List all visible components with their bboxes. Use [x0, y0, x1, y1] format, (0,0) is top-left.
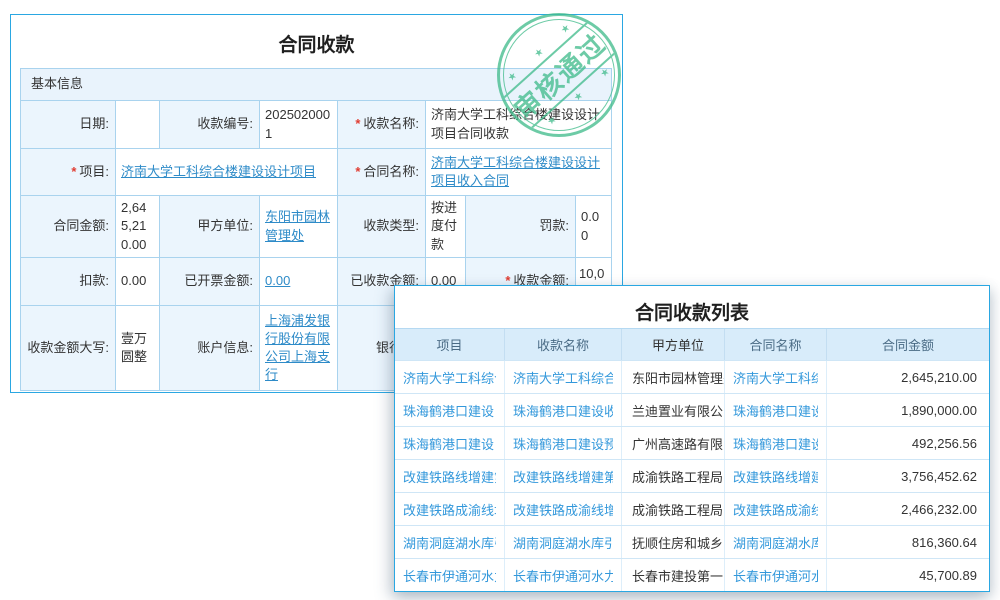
- contract-name-label-text: 合同名称:: [363, 163, 419, 181]
- contract-amount-value: 2,645,210.00: [116, 196, 160, 258]
- receipt-name-link[interactable]: 长春市伊通河水力...: [513, 566, 613, 585]
- table-row: 改建铁路线增建第二... 改建铁路线增建第... 成渝铁路工程局 改建铁路线增建…: [395, 459, 989, 492]
- receipt-no-value: 2025020001: [260, 101, 338, 149]
- project-link[interactable]: 珠海鹤港口建设: [403, 401, 494, 420]
- contract-amount-cell: 45,700.89: [827, 559, 989, 591]
- project-link[interactable]: 长春市伊通河水力发...: [403, 566, 496, 585]
- invoiced-amount-link[interactable]: 0.00: [265, 272, 290, 290]
- receipt-name-link[interactable]: 改建铁路线增建第...: [513, 467, 613, 486]
- contract-amount-cell: 816,360.64: [827, 526, 989, 558]
- project-link[interactable]: 改建铁路线增建第二...: [403, 467, 496, 486]
- form-row-2: * 项目: 济南大学工科综合楼建设设计项目 * 合同名称: 济南大学工科综合楼建…: [21, 149, 612, 196]
- list-title: 合同收款列表: [395, 286, 989, 328]
- table-row: 珠海鹤港口建设 珠海鹤港口建设收... 兰迪置业有限公司 珠海鹤港口建设... …: [395, 393, 989, 426]
- contract-amount-cell: 2,645,210.00: [827, 361, 989, 393]
- party-a-cell: 抚顺住房和城乡...: [622, 526, 725, 558]
- account-info-link[interactable]: 上海浦发银行股份有限公司上海支行: [265, 312, 332, 385]
- amount-words-value: 壹万圆整: [116, 306, 160, 391]
- receipt-no-label: 收款编号:: [160, 101, 260, 149]
- contract-name-link[interactable]: 长春市伊通河水...: [733, 566, 818, 585]
- invoiced-amount-value: 0.00: [260, 258, 338, 306]
- contract-receipt-list-panel: 合同收款列表 项目 收款名称 甲方单位 合同名称 合同金额 济南大学工科综合楼.…: [394, 285, 990, 592]
- project-link[interactable]: 改建铁路成渝线增建...: [403, 500, 496, 519]
- column-header-receipt-name: 收款名称: [505, 329, 622, 360]
- party-a-cell: 成渝铁路工程局: [622, 493, 725, 525]
- required-marker: *: [355, 163, 360, 181]
- receipt-name-link[interactable]: 湖南洞庭湖水库引...: [513, 533, 613, 552]
- project-link[interactable]: 济南大学工科综合楼...: [403, 368, 496, 387]
- contract-amount-label: 合同金额:: [21, 196, 116, 258]
- contract-name-value: 济南大学工科综合楼建设设计项目收入合同: [426, 149, 612, 196]
- contract-name-link[interactable]: 珠海鹤港口建设: [733, 434, 818, 453]
- column-header-project: 项目: [395, 329, 505, 360]
- receipt-type-value: 按进度付款: [426, 196, 466, 258]
- contract-name-link[interactable]: 改建铁路线增建...: [733, 467, 818, 486]
- party-a-cell: 广州高速路有限...: [622, 427, 725, 459]
- approval-stamp: ★ ★ ★ 审核通过 ★ ★ ★: [497, 13, 621, 137]
- project-value: 济南大学工科综合楼建设设计项目: [116, 149, 338, 196]
- contract-amount-cell: 1,890,000.00: [827, 394, 989, 426]
- party-a-cell: 兰迪置业有限公司: [622, 394, 725, 426]
- required-marker: *: [71, 163, 76, 181]
- table-row: 长春市伊通河水力发... 长春市伊通河水力... 长春市建投第一... 长春市伊…: [395, 558, 989, 591]
- receipt-name-label: * 收款名称:: [338, 101, 426, 149]
- party-a-cell: 东阳市园林管理处: [622, 361, 725, 393]
- contract-name-link[interactable]: 济南大学工科综合楼建设设计项目收入合同: [431, 154, 606, 190]
- contract-name-link[interactable]: 珠海鹤港口建设...: [733, 401, 818, 420]
- deduction-value: 0.00: [116, 258, 160, 306]
- table-row: 湖南洞庭湖水库引水... 湖南洞庭湖水库引... 抚顺住房和城乡... 湖南洞庭…: [395, 525, 989, 558]
- account-info-label: 账户信息:: [160, 306, 260, 391]
- column-header-party-a: 甲方单位: [622, 329, 725, 360]
- project-link[interactable]: 济南大学工科综合楼建设设计项目: [121, 163, 316, 181]
- contract-name-label: * 合同名称:: [338, 149, 426, 196]
- receipt-name-label-text: 收款名称:: [363, 115, 419, 133]
- receipt-name-link[interactable]: 珠海鹤港口建设收...: [513, 401, 613, 420]
- project-link[interactable]: 湖南洞庭湖水库引水...: [403, 533, 496, 552]
- contract-name-link[interactable]: 改建铁路成渝线...: [733, 500, 818, 519]
- invoiced-amount-label: 已开票金额:: [160, 258, 260, 306]
- contract-amount-cell: 2,466,232.00: [827, 493, 989, 525]
- receipt-name-link[interactable]: 改建铁路成渝线增...: [513, 500, 613, 519]
- party-a-cell: 长春市建投第一...: [622, 559, 725, 591]
- contract-amount-cell: 492,256.56: [827, 427, 989, 459]
- party-a-cell: 成渝铁路工程局: [622, 460, 725, 492]
- column-header-contract-amount: 合同金额: [827, 329, 989, 360]
- receipt-name-link[interactable]: 珠海鹤港口建设预...: [513, 434, 613, 453]
- penalty-label: 罚款:: [466, 196, 576, 258]
- date-label: 日期:: [21, 101, 116, 149]
- table-row: 改建铁路成渝线增建... 改建铁路成渝线增... 成渝铁路工程局 改建铁路成渝线…: [395, 492, 989, 525]
- contract-name-link[interactable]: 济南大学工科综...: [733, 368, 818, 387]
- date-value: [116, 101, 160, 149]
- table-row: 珠海鹤港口建设 珠海鹤港口建设预... 广州高速路有限... 珠海鹤港口建设 4…: [395, 426, 989, 459]
- party-a-link[interactable]: 东阳市园林管理处: [265, 208, 332, 244]
- receipt-type-label: 收款类型:: [338, 196, 426, 258]
- project-link[interactable]: 珠海鹤港口建设: [403, 434, 494, 453]
- contract-amount-cell: 3,756,452.62: [827, 460, 989, 492]
- project-label-text: 项目:: [79, 163, 109, 181]
- table-row: 济南大学工科综合楼... 济南大学工科综合... 东阳市园林管理处 济南大学工科…: [395, 360, 989, 393]
- contract-name-link[interactable]: 湖南洞庭湖水库...: [733, 533, 818, 552]
- project-label: * 项目:: [21, 149, 116, 196]
- amount-words-label: 收款金额大写:: [21, 306, 116, 391]
- deduction-label: 扣款:: [21, 258, 116, 306]
- penalty-value: 0.00: [576, 196, 612, 258]
- form-row-3: 合同金额: 2,645,210.00 甲方单位: 东阳市园林管理处 收款类型: …: [21, 196, 612, 258]
- required-marker: *: [355, 115, 360, 133]
- column-header-contract-name: 合同名称: [725, 329, 827, 360]
- account-info-value: 上海浦发银行股份有限公司上海支行: [260, 306, 338, 391]
- party-a-value: 东阳市园林管理处: [260, 196, 338, 258]
- receipt-name-link[interactable]: 济南大学工科综合...: [513, 368, 613, 387]
- party-a-label: 甲方单位:: [160, 196, 260, 258]
- list-header-row: 项目 收款名称 甲方单位 合同名称 合同金额: [395, 328, 989, 360]
